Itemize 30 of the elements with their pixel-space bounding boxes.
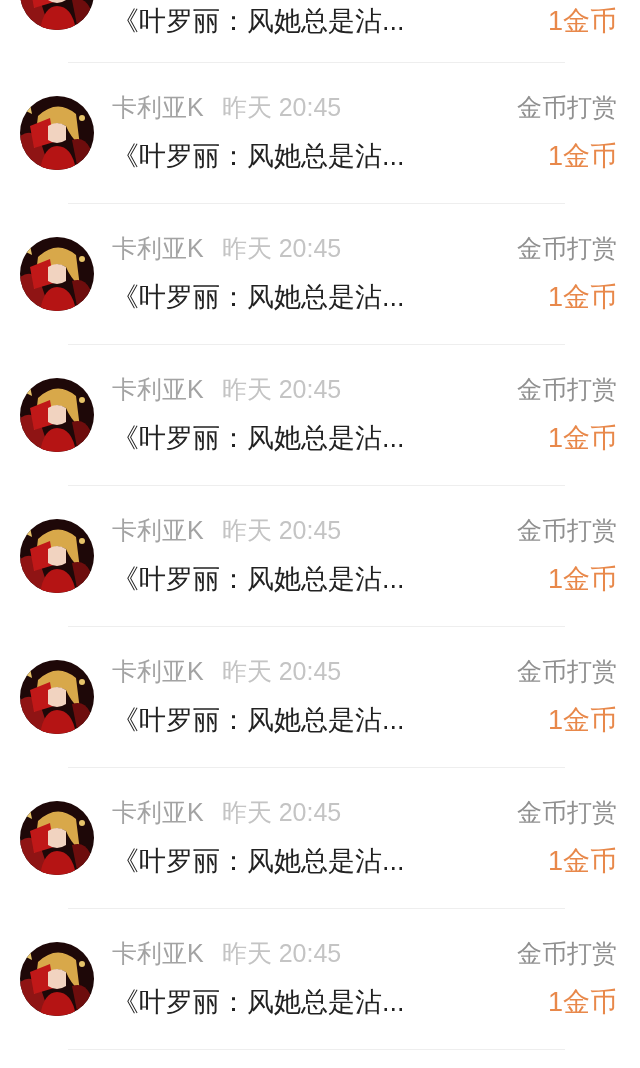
article-title[interactable]: 《叶罗丽：风她总是沾... [112,984,405,1020]
article-title[interactable]: 《叶罗丽：风她总是沾... [112,561,405,597]
message-type: 金币打赏 [517,233,617,264]
article-title[interactable]: 《叶罗丽：风她总是沾... [112,279,405,315]
article-title[interactable]: 《叶罗丽：风她总是沾... [112,3,405,39]
timestamp: 昨天 20:45 [221,92,342,123]
coin-amount: 1金币 [547,281,617,314]
coin-amount: 1金币 [547,986,617,1019]
article-title[interactable]: 《叶罗丽：风她总是沾... [112,843,405,879]
message-type: 金币打赏 [517,656,617,687]
message-type: 金币打赏 [517,92,617,123]
timestamp: 昨天 20:45 [221,233,342,264]
article-title[interactable]: 《叶罗丽：风她总是沾... [112,702,405,738]
message-type: 金币打赏 [517,797,617,828]
coin-amount: 1金币 [547,5,617,38]
article-title[interactable]: 《叶罗丽：风她总是沾... [112,138,405,174]
timestamp: 昨天 20:45 [221,656,342,687]
timestamp: 昨天 20:45 [221,374,342,405]
article-title[interactable]: 《叶罗丽：风她总是沾... [112,420,405,456]
timestamp: 昨天 20:45 [221,515,342,546]
coin-amount: 1金币 [547,563,617,596]
message-type: 金币打赏 [517,374,617,405]
coin-amount: 1金币 [547,422,617,455]
coin-amount: 1金币 [547,845,617,878]
coin-amount: 1金币 [547,140,617,173]
coin-amount: 1金币 [547,704,617,737]
message-type: 金币打赏 [517,938,617,969]
timestamp: 昨天 20:45 [221,938,342,969]
message-type: 金币打赏 [517,515,617,546]
timestamp: 昨天 20:45 [221,797,342,828]
